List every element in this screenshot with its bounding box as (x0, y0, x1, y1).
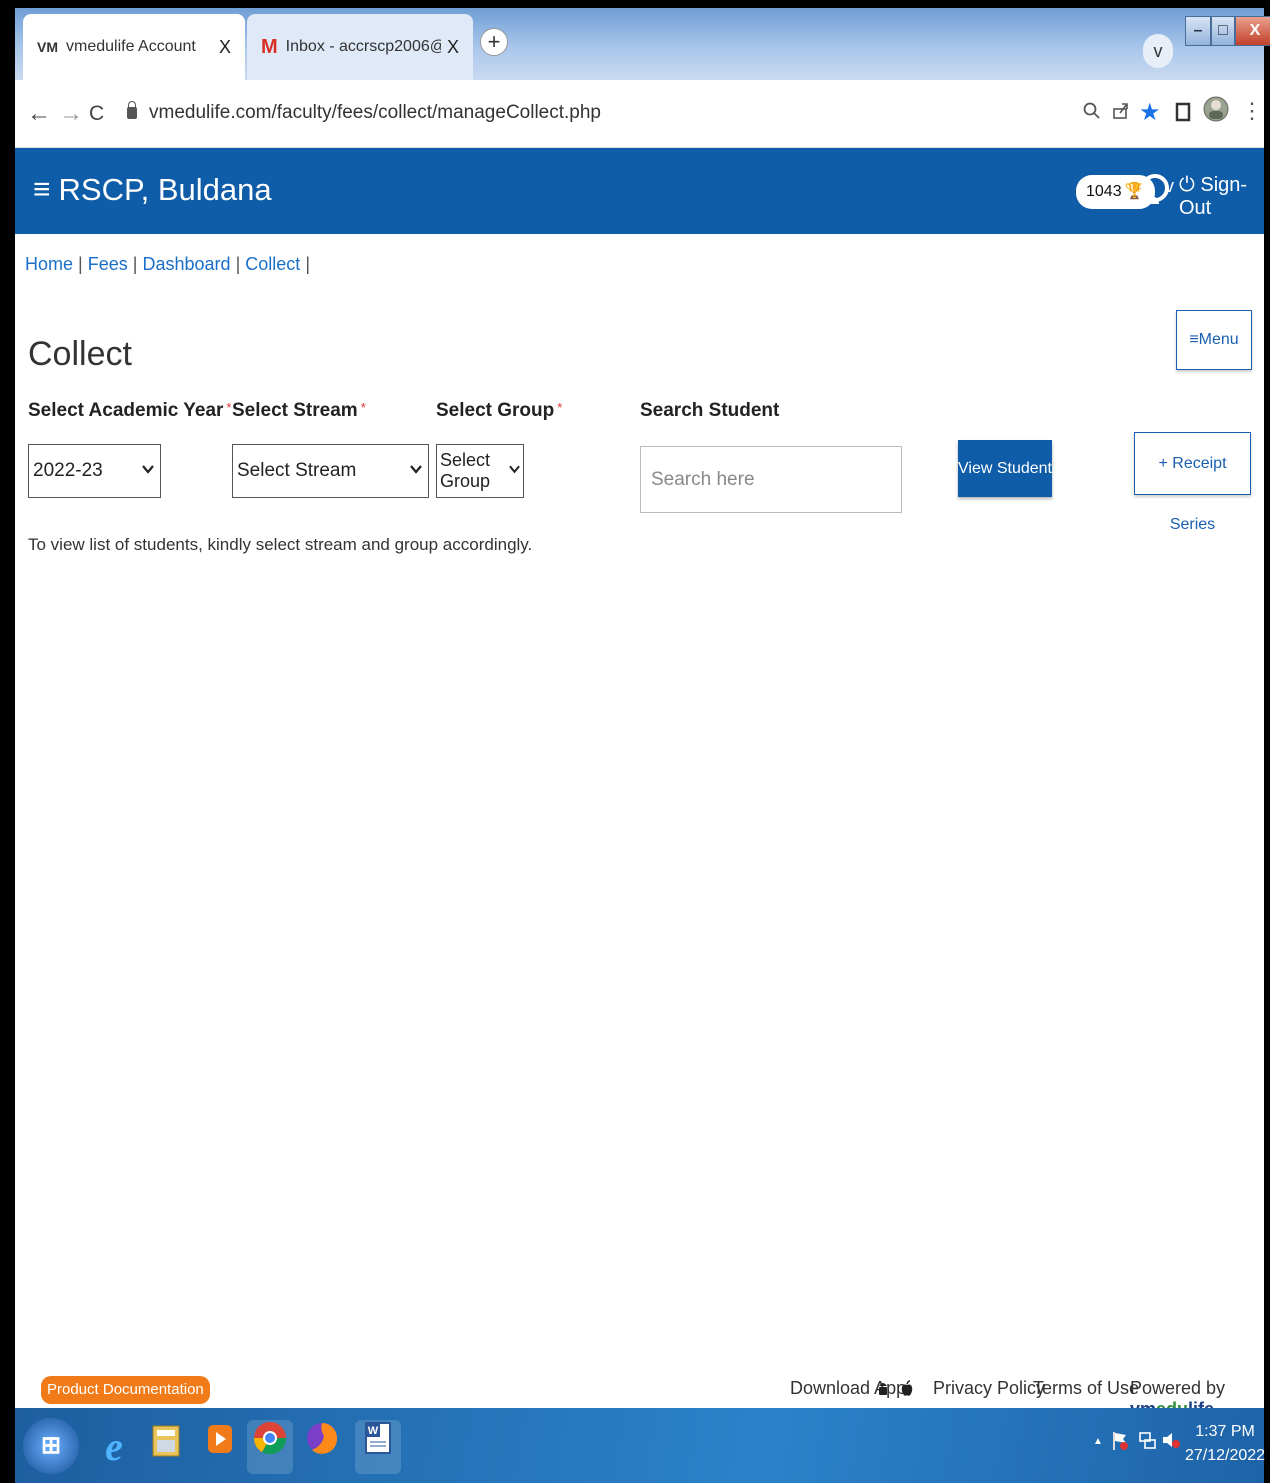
academic-year-label: Select Academic Year * (28, 400, 231, 422)
points-count: 1043 (1086, 183, 1122, 200)
required-marker: * (226, 400, 232, 415)
back-arrow-icon[interactable]: ← (27, 100, 51, 128)
group-label-text: Select Group (436, 400, 555, 421)
clock-date: 27/12/2022 (1185, 1447, 1266, 1464)
breadcrumb-separator: | (235, 254, 241, 274)
gmail-favicon-icon: M (261, 35, 278, 58)
clock-time: 1:37 PM (1195, 1423, 1255, 1440)
reload-icon[interactable]: C (89, 102, 104, 126)
window-close-button[interactable]: X (1235, 16, 1270, 46)
ie-icon[interactable]: e (91, 1420, 137, 1474)
org-name: RSCP, Buldana (58, 172, 272, 207)
search-student-input[interactable] (640, 446, 902, 513)
lock-icon (127, 101, 137, 119)
tab-close-icon[interactable]: X (447, 37, 459, 58)
url-field[interactable]: vmedulife.com/faculty/fees/collect/manag… (127, 101, 602, 124)
stream-value: Select Stream (237, 460, 357, 481)
required-marker: * (360, 400, 366, 415)
stream-label-text: Select Stream (232, 400, 358, 421)
academic-year-select[interactable]: 2022-23 (28, 444, 161, 498)
chevron-down-icon (142, 461, 154, 478)
url-text: vmedulife.com/faculty/fees/collect/manag… (149, 102, 602, 123)
breadcrumb-collect[interactable]: Collect (245, 254, 300, 274)
powered-by-label: Powered by (1130, 1378, 1226, 1398)
instruction-text: To view list of students, kindly select … (28, 535, 533, 554)
network-icon[interactable] (1137, 1430, 1157, 1455)
privacy-policy-link[interactable]: Privacy Policy (933, 1378, 1045, 1399)
required-marker: * (557, 400, 563, 415)
search-student-label: Search Student (640, 400, 780, 421)
chrome-icon[interactable] (247, 1420, 293, 1474)
windows-taskbar: ⊞ e W ▲ 1:37 PM 27/12/2022 (15, 1408, 1265, 1483)
svg-text:W: W (368, 1425, 379, 1437)
user-icon[interactable] (1139, 172, 1169, 206)
breadcrumb-separator: | (305, 254, 310, 274)
file-explorer-icon[interactable] (143, 1420, 189, 1474)
tab-title: Inbox - accrscp2006@gmail.com (285, 38, 441, 55)
word-icon[interactable]: W (355, 1420, 401, 1474)
tab-search-dropdown-icon[interactable]: v (1143, 34, 1173, 68)
tray-expand-icon[interactable]: ▲ (1093, 1436, 1103, 1447)
action-center-flag-icon[interactable] (1111, 1430, 1129, 1457)
breadcrumb-home[interactable]: Home (25, 254, 73, 274)
terms-of-use-link[interactable]: Terms of Use (1033, 1378, 1139, 1399)
page-footer: Product Documentation Download App Priva… (15, 1372, 1264, 1419)
sidepanel-icon[interactable] (1175, 102, 1191, 128)
academic-year-value: 2022-23 (33, 460, 103, 481)
system-clock[interactable]: 1:37 PM 27/12/2022 (1185, 1420, 1265, 1468)
breadcrumb-separator: | (78, 254, 83, 274)
group-select[interactable]: Select Group (436, 444, 524, 498)
sign-out-button[interactable]: ⏻ Sign-Out (1179, 174, 1264, 220)
group-label: Select Group * (436, 400, 562, 422)
stream-select[interactable]: Select Stream (232, 444, 429, 498)
tab-gmail-inbox[interactable]: M Inbox - accrscp2006@gmail.com X (247, 14, 473, 80)
zoom-icon[interactable] (1083, 102, 1101, 126)
media-player-icon[interactable] (197, 1420, 243, 1474)
profile-avatar-icon[interactable] (1203, 94, 1229, 130)
breadcrumb-separator: | (132, 254, 138, 274)
org-brand[interactable]: ≡ RSCP, Buldana (33, 172, 272, 208)
tab-vmedulife-account[interactable]: VM vmedulife Account X (23, 14, 245, 80)
product-documentation-button[interactable]: Product Documentation (41, 1376, 210, 1404)
add-receipt-series-button[interactable]: + Receipt Series (1134, 432, 1251, 533)
new-tab-button[interactable]: + (480, 28, 508, 56)
breadcrumb-dashboard[interactable]: Dashboard (142, 254, 230, 274)
tab-close-icon[interactable]: X (219, 37, 231, 58)
forward-arrow-icon[interactable]: → (59, 100, 83, 128)
share-icon[interactable] (1112, 102, 1130, 126)
chevron-down-icon (509, 461, 520, 478)
start-button-icon[interactable]: ⊞ (23, 1418, 79, 1474)
breadcrumb-fees[interactable]: Fees (88, 254, 128, 274)
breadcrumb: Home | Fees | Dashboard | Collect | (25, 254, 310, 275)
tab-title: vmedulife Account (66, 38, 196, 55)
hamburger-menu-icon[interactable]: ≡ (33, 173, 51, 207)
more-menu-icon[interactable]: ⋮ (1241, 98, 1263, 124)
menu-button[interactable]: ≡Menu (1176, 310, 1252, 370)
minimize-button[interactable]: – (1185, 16, 1211, 46)
volume-muted-icon[interactable] (1161, 1430, 1181, 1455)
app-header: ≡ RSCP, Buldana 1043 🏆 v ⏻ Sign-Out (15, 148, 1264, 234)
vmedulife-favicon-icon: VM (37, 39, 58, 55)
chevron-down-icon (410, 461, 422, 478)
chevron-down-icon[interactable]: v (1165, 176, 1174, 197)
browser-tab-strip: VM vmedulife Account X M Inbox - accrscp… (15, 8, 1270, 80)
maximize-button[interactable]: □ (1211, 16, 1235, 46)
view-student-button[interactable]: View Student (958, 440, 1052, 497)
address-bar-row: ← → C vmedulife.com/faculty/fees/collect… (15, 80, 1264, 148)
academic-year-label-text: Select Academic Year (28, 400, 224, 421)
apple-icon[interactable] (901, 1380, 913, 1403)
android-icon[interactable] (877, 1380, 889, 1403)
bookmark-star-icon[interactable]: ★ (1139, 98, 1161, 127)
stream-label: Select Stream * (232, 400, 366, 422)
page-title: Collect (28, 335, 132, 373)
firefox-icon[interactable] (299, 1420, 345, 1474)
